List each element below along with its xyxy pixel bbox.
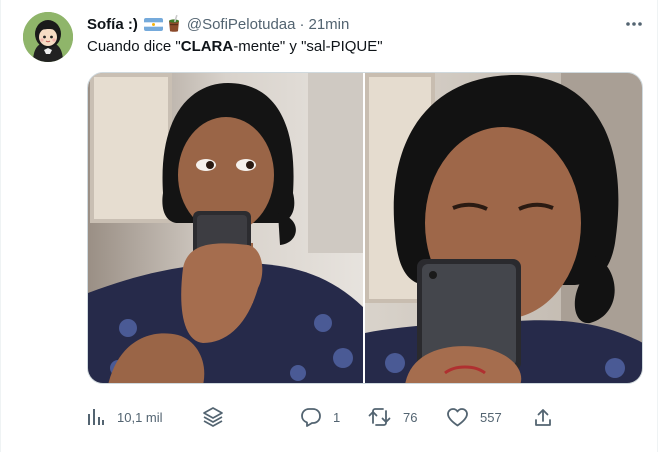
reply-button[interactable]: 1 xyxy=(301,398,340,436)
heart-icon xyxy=(447,407,468,426)
reply-bubble-icon xyxy=(301,407,321,427)
like-button[interactable]: 557 xyxy=(447,398,502,436)
media-photo-left[interactable] xyxy=(88,73,363,383)
tweet-timestamp[interactable]: 21min xyxy=(308,16,349,33)
author-name[interactable]: Sofía :) xyxy=(87,16,138,33)
retweet-button[interactable]: 76 xyxy=(368,398,417,436)
layers-stack-icon xyxy=(203,407,223,427)
avatar[interactable] xyxy=(23,12,73,62)
analytics-bar-chart-icon xyxy=(88,409,104,425)
tweet-header: Sofía :) @SofiPelotudaa · 21min xyxy=(87,13,349,35)
views-button[interactable]: 10,1 mil xyxy=(87,398,163,436)
share-upload-icon xyxy=(535,408,551,426)
layers-button[interactable] xyxy=(202,398,224,436)
tweet-text-part: -mente" y "sal-PIQUE" xyxy=(233,38,383,55)
more-options-button[interactable] xyxy=(621,13,647,35)
share-button[interactable] xyxy=(534,398,552,436)
avatar-cartoon-icon xyxy=(23,12,73,62)
tweet-card[interactable]: Sofía :) @SofiPelotudaa · 21min Cuando d… xyxy=(0,0,658,452)
views-count: 10,1 mil xyxy=(117,409,163,425)
tweet-text-part: Cuando dice " xyxy=(87,38,181,55)
argentina-flag-icon xyxy=(143,17,163,31)
tweet-text-bold: CLARA xyxy=(180,38,234,55)
separator-dot: · xyxy=(299,15,305,33)
woman-phone-photo-left xyxy=(88,73,363,383)
author-handle[interactable]: @SofiPelotudaa xyxy=(187,16,296,33)
reply-count: 1 xyxy=(333,409,341,425)
more-dots-icon xyxy=(626,22,642,26)
tweet-text: Cuando dice "CLARA-mente" y "sal-PIQUE" xyxy=(87,37,383,57)
woman-phone-photo-right xyxy=(365,73,642,383)
retweet-arrows-icon xyxy=(368,408,391,426)
like-count: 557 xyxy=(480,409,502,425)
retweet-count: 76 xyxy=(403,409,418,425)
media-photo-right[interactable] xyxy=(365,73,642,383)
tweet-actions: 10,1 mil 1 76 557 xyxy=(87,398,567,436)
mate-cup-icon xyxy=(166,14,182,33)
tweet-media[interactable] xyxy=(87,72,643,384)
